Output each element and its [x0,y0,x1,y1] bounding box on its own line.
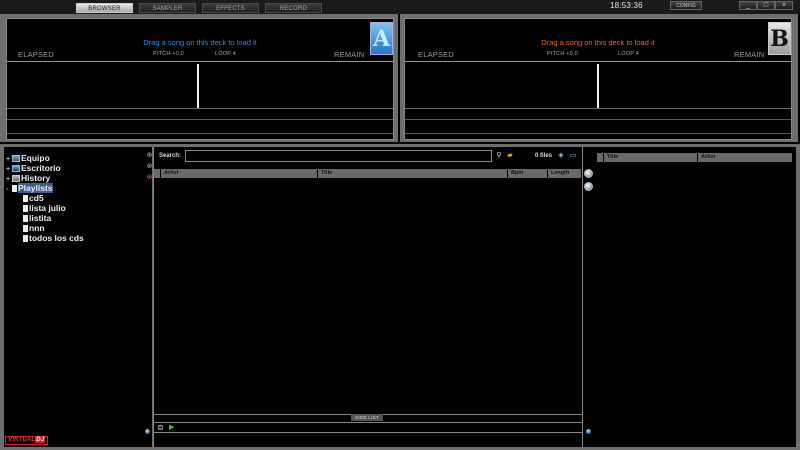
side-list-toggle[interactable]: SIDE LIST [351,414,383,421]
computer-icon [12,155,20,162]
deck-b-divider [405,119,791,120]
column-header-bpm[interactable]: Bpm [508,169,548,178]
column-header-length[interactable]: Length [548,169,582,178]
deck-a: Drag a song on this deck to load it ELAP… [0,14,398,142]
deck-a-elapsed-label: ELAPSED [18,50,54,59]
tree-item-escritorio[interactable]: + Escritorio [6,163,61,173]
folder-tree: + Equipo + Escritorio + History - Playlists … [4,147,152,447]
deck-b-playhead [597,64,599,108]
close-button[interactable]: × [775,1,793,10]
tree-item-label: todos los cds [29,233,84,243]
deck-b-display[interactable]: Drag a song on this deck to load it ELAP… [404,18,792,140]
tab-browser[interactable]: BROWSER [76,3,133,13]
tree-item-lista-julio[interactable]: lista julio [23,203,66,213]
search-db-icon[interactable]: ⊜ [157,423,164,432]
column-header-artist[interactable]: Artist [161,169,318,178]
tree-item-todos-los-cds[interactable]: todos los cds [23,233,84,243]
display-icon[interactable]: ▭ [568,151,578,160]
tree-item-history[interactable]: + History [6,173,50,183]
tree-item-label: Playlists [18,183,53,193]
play-icon[interactable]: ▶ [169,423,174,431]
deck-a-pitch: PITCH +0.0 [153,51,184,57]
playlist-icon [23,235,28,242]
bottom-toolbar: ⊜ ▶ [154,422,582,433]
column-marker [154,169,161,178]
tree-item-label: nnn [29,223,45,233]
tree-item-label: cd5 [29,193,44,203]
tree-item-label: History [21,173,51,183]
deck-b-remain-label: REMAIN [734,50,765,59]
deck-a-display[interactable]: Drag a song on this deck to load it ELAP… [6,18,394,140]
tree-item-label: Escritorio [21,163,61,173]
deck-b-message: Drag a song on this deck to load it [541,38,655,47]
deck-a-playhead [197,64,199,108]
deck-b-waveform[interactable] [405,61,791,109]
tab-effects[interactable]: EFFECTS [202,3,259,13]
browser-panel: + Equipo + Escritorio + History - Playlists … [0,144,800,450]
deck-a-divider [7,133,393,134]
tree-item-cd5[interactable]: cd5 [23,193,44,203]
maximize-button[interactable]: □ [757,1,775,10]
deck-b-divider [405,133,791,134]
tree-item-listita[interactable]: listita [23,213,51,223]
side-status-light[interactable] [586,429,591,434]
top-bar: BROWSER SAMPLER EFFECTS RECORD 18:53:36 … [0,0,800,14]
side-column-header-artist[interactable]: Artist [698,153,793,162]
tab-record[interactable]: RECORD [265,3,322,13]
tree-item-label: listita [29,213,52,223]
desktop-icon [12,165,20,172]
tree-item-nnn[interactable]: nnn [23,223,45,233]
search-input[interactable] [185,150,492,162]
view-mode-icon[interactable]: ◈ [556,151,566,160]
side-column-header-title[interactable]: Title [604,153,698,162]
deck-a-divider [7,119,393,120]
config-button[interactable]: CONFIG [670,1,702,10]
column-header-title[interactable]: Title [318,169,508,178]
file-list-panel: Search: ⚲ ▰ 0 files ◈ ▭ Artist Title Bpm… [153,147,583,447]
playlist-icon [23,195,28,202]
playlist-icon [23,215,28,222]
deck-a-waveform[interactable] [7,61,393,109]
tree-item-playlists[interactable]: - Playlists [6,183,53,193]
deck-a-loop: LOOP 4 [215,51,236,57]
tree-item-label: Equipo [21,153,50,163]
deck-b-pitch: PITCH +0.0 [547,51,578,57]
side-list-panel: Title Artist [583,147,796,447]
history-icon [12,175,20,182]
deck-b-elapsed-label: ELAPSED [418,50,454,59]
playlist-icon [23,205,28,212]
deck-a-letter-icon: A [370,22,393,55]
deck-a-remain-label: REMAIN [334,50,365,59]
clock: 18:53:36 [610,1,643,10]
deck-b-letter-icon: B [768,22,791,55]
files-count: 0 files [535,153,553,159]
tree-status-light[interactable] [145,429,150,434]
tab-sampler[interactable]: SAMPLER [139,3,196,13]
search-options-icon[interactable]: ⚲ [494,151,504,160]
playlist-icon [12,185,17,192]
deck-a-message: Drag a song on this deck to load it [143,38,257,47]
add-to-sidelist-button[interactable] [584,169,593,178]
logo-text-dj: DJ [35,437,46,443]
search-label: Search: [159,153,182,159]
logo-text: VIRTUAL [8,437,36,443]
virtualdj-logo: VIRTUALDJ [5,436,49,445]
folder-icon[interactable]: ▰ [505,151,515,160]
tree-item-equipo[interactable]: + Equipo [6,153,50,163]
column-marker [597,153,604,162]
deck-b: Drag a song on this deck to load it ELAP… [400,14,798,142]
sidelist-options-button[interactable] [584,182,593,191]
tree-item-label: lista julio [29,203,66,213]
playlist-icon [23,225,28,232]
minimize-button[interactable]: _ [739,1,757,10]
deck-b-loop: LOOP 4 [618,51,639,57]
